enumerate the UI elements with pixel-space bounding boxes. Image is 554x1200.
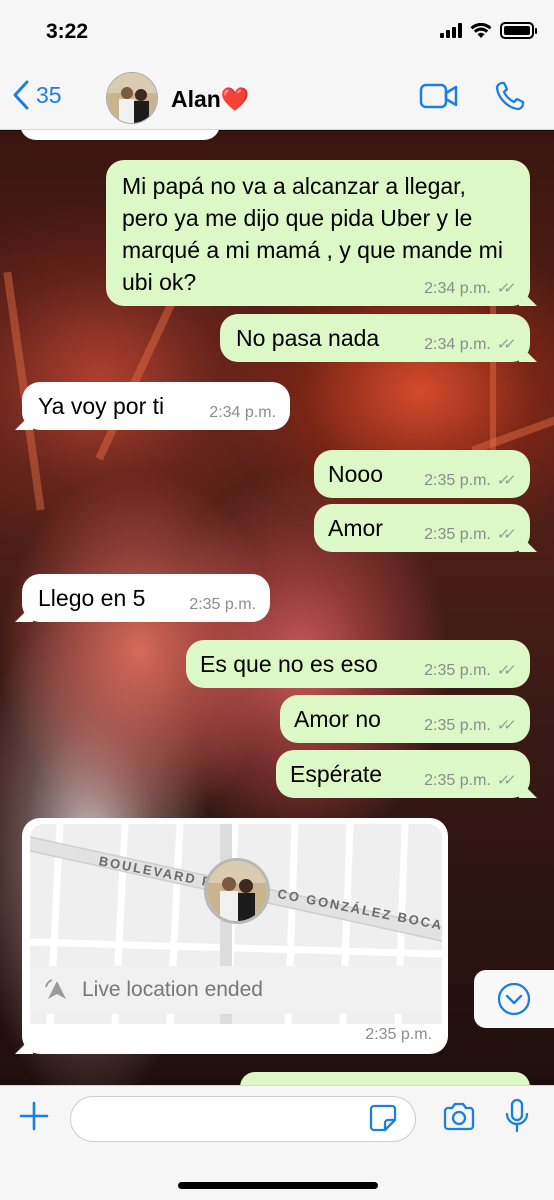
read-ticks-icon: ✓✓: [495, 526, 512, 543]
live-location-icon: [45, 979, 66, 999]
chevron-left-icon: [13, 80, 29, 110]
camera-button[interactable]: [442, 1102, 476, 1137]
message-meta: 2:35 p.m. ✓✓: [424, 526, 516, 544]
message-bubble-outgoing[interactable]: No pasa nada 2:34 p.m. ✓✓: [220, 314, 530, 362]
read-ticks-icon: ✓✓: [495, 717, 512, 734]
video-camera-icon: [419, 83, 458, 109]
message-bubble-outgoing[interactable]: Amor 2:35 p.m. ✓✓: [314, 504, 530, 552]
cellular-signal-icon: [440, 23, 462, 38]
phone-icon: [495, 81, 525, 111]
message-time: 2:35 p.m.: [365, 1026, 432, 1043]
wifi-icon: [470, 22, 492, 38]
message-time: 2:35 p.m.: [424, 526, 491, 543]
message-meta: 2:35 p.m. ✓✓: [424, 662, 516, 680]
message-bubble-outgoing[interactable]: Es que no es eso 2:35 p.m. ✓✓: [186, 640, 530, 688]
contact-name[interactable]: Alan❤️: [171, 86, 249, 113]
status-time: 3:22: [46, 20, 89, 43]
top-bar: 3:22 35 Alan❤️: [0, 0, 554, 130]
message-bubble-outgoing[interactable]: Amor no 2:35 p.m. ✓✓: [280, 695, 530, 743]
message-bubble-incoming[interactable]: Llego en 5 2:35 p.m.: [22, 574, 270, 622]
read-ticks-icon: ✓✓: [495, 472, 512, 489]
live-location-card[interactable]: BOULEVARD F CO GONZÁLEZ BOCANE Live loca…: [22, 818, 448, 1054]
message-time: 2:34 p.m.: [424, 336, 491, 353]
message-meta: 2:35 p.m. ✓✓: [424, 472, 516, 490]
message-bubble-outgoing[interactable]: Espérate 2:35 p.m. ✓✓: [276, 750, 530, 798]
plus-icon: [19, 1101, 49, 1131]
status-icons: [440, 22, 537, 39]
contact-avatar[interactable]: [106, 72, 158, 124]
message-meta: 2:35 p.m.: [189, 596, 256, 614]
message-time: 2:35 p.m.: [424, 772, 491, 789]
message-meta: 2:34 p.m. ✓✓: [424, 280, 516, 298]
microphone-icon: [505, 1098, 529, 1133]
message-time: 2:35 p.m.: [189, 596, 256, 613]
message-meta: 2:34 p.m.: [209, 404, 276, 422]
message-text: Mi papá no va a alcanzar a llegar, pero …: [122, 173, 503, 295]
live-location-text: Live location ended: [82, 978, 263, 1001]
message-bubble-incoming[interactable]: Ya voy por ti 2:34 p.m.: [22, 382, 290, 430]
message-time: 2:35 p.m.: [424, 472, 491, 489]
unread-count: 35: [36, 81, 62, 108]
video-call-button[interactable]: [419, 82, 459, 115]
message-bubble-outgoing[interactable]: Mi papá no va a alcanzar a llegar, pero …: [106, 160, 530, 306]
location-avatar: [204, 858, 270, 924]
attach-button[interactable]: [18, 1100, 50, 1137]
read-ticks-icon: ✓✓: [495, 772, 512, 789]
sticker-icon: [369, 1104, 397, 1132]
live-location-status: Live location ended: [30, 966, 442, 1014]
voice-call-button[interactable]: [495, 81, 525, 116]
voice-message-button[interactable]: [504, 1098, 530, 1139]
home-indicator: [178, 1182, 378, 1189]
message-input[interactable]: [70, 1096, 416, 1142]
scroll-to-bottom-button[interactable]: [474, 970, 554, 1028]
read-ticks-icon: ✓✓: [495, 280, 512, 297]
read-ticks-icon: ✓✓: [495, 336, 512, 353]
message-time: 2:34 p.m.: [424, 280, 491, 297]
back-button[interactable]: 35: [12, 80, 62, 110]
message-time: 2:35 p.m.: [424, 662, 491, 679]
message-bubble-outgoing[interactable]: Nooo 2:35 p.m. ✓✓: [314, 450, 530, 498]
read-ticks-icon: ✓✓: [495, 662, 512, 679]
message-meta: 2:35 p.m. ✓✓: [424, 772, 516, 790]
message-meta: 2:34 p.m. ✓✓: [424, 336, 516, 354]
battery-icon: [500, 22, 537, 39]
camera-icon: [443, 1102, 475, 1131]
message-time: 2:34 p.m.: [209, 404, 276, 421]
sticker-button[interactable]: [369, 1104, 397, 1137]
message-meta: 2:35 p.m. ✓✓: [424, 717, 516, 735]
message-time: 2:35 p.m.: [424, 717, 491, 734]
chevron-down-circle-icon: [497, 982, 531, 1016]
input-bar: [0, 1085, 554, 1200]
